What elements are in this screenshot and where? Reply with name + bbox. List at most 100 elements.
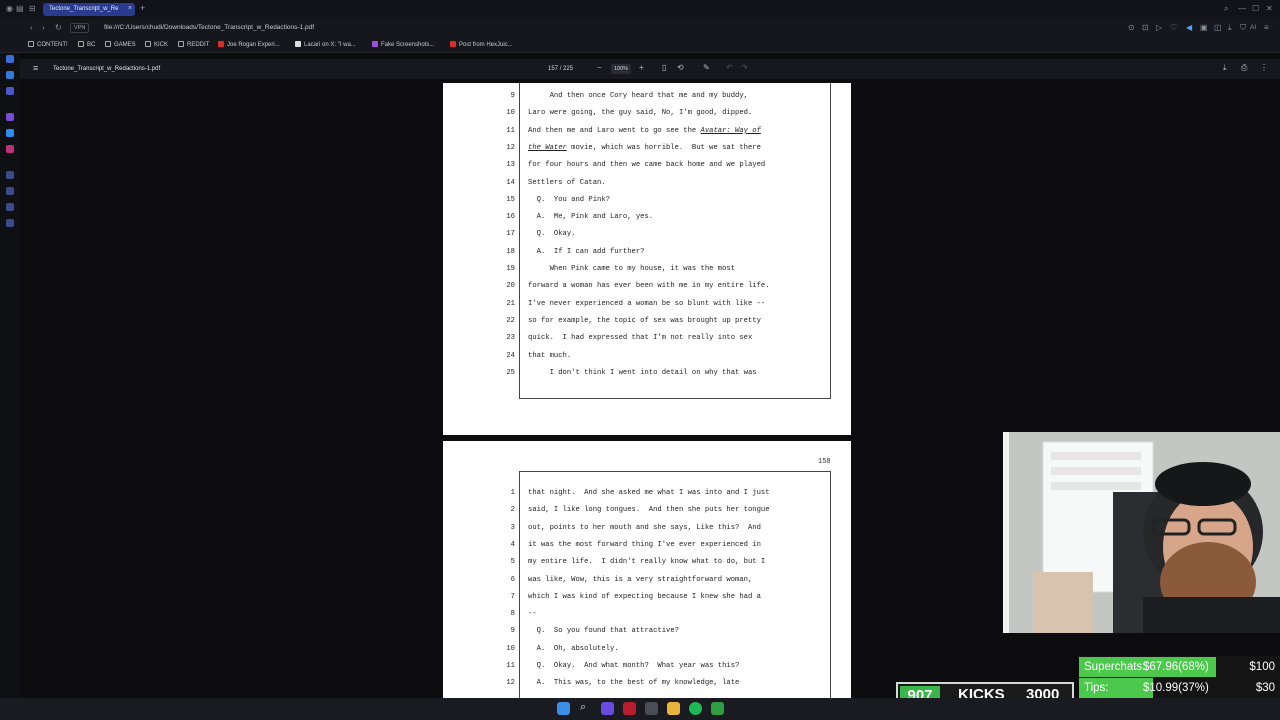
tab-active[interactable]: Tectone_Transcript_w_Re × <box>43 3 135 16</box>
bookmark-joe-rogan[interactable]: Joe Rogan Experi... <box>218 41 280 48</box>
line-number: 21 <box>506 299 515 308</box>
extension-icon[interactable]: ⊙ <box>1128 23 1135 32</box>
sidebar-app-icon[interactable] <box>6 55 14 63</box>
transcript-line: Q. So you found that attractive? <box>528 627 679 635</box>
more-options-icon[interactable]: ⋮ <box>1260 63 1268 72</box>
bookmark-folder-reddit[interactable]: REDDIT <box>178 41 209 48</box>
line-number: 23 <box>506 334 515 343</box>
line-text: was like, Wow, this is a very straightfo… <box>528 575 753 584</box>
transcript-line: Laro were going, the guy said, No, I'm g… <box>528 109 752 117</box>
line-text: for four hours and then we came back hom… <box>528 161 766 170</box>
bookmark-folder-kick[interactable]: KICK <box>145 41 168 48</box>
back-icon[interactable]: ‹ <box>30 23 33 32</box>
close-tab-icon[interactable]: × <box>128 5 132 12</box>
undo-icon[interactable]: ↶ <box>726 63 733 72</box>
play-icon[interactable]: ▷ <box>1156 23 1162 32</box>
instagram-icon[interactable] <box>6 145 14 153</box>
snapshot-icon[interactable]: ◫ <box>1214 23 1222 32</box>
bookmark-folder-bc[interactable]: BC <box>78 41 95 48</box>
goal-goal: $30 <box>1255 682 1275 694</box>
url-field[interactable]: file:///C:/Users/chudi/Downloads/Tectone… <box>104 24 314 31</box>
download-icon[interactable]: ⤓ <box>1223 63 1227 73</box>
discord-icon[interactable] <box>601 702 614 715</box>
menu-icon[interactable]: ≡ <box>1264 23 1269 32</box>
transcript-line: -- <box>528 610 537 618</box>
search-icon[interactable]: ⌕ <box>1224 4 1228 14</box>
sidebar-app-icon[interactable] <box>6 71 14 79</box>
close-window-icon[interactable]: ✕ <box>1266 4 1273 13</box>
shield-icon[interactable]: ⛉ <box>1240 23 1246 33</box>
line-text: Q. Okay. And what month? What year was t… <box>528 662 740 670</box>
tab-list-icon[interactable]: ⊟ <box>29 4 36 13</box>
rotate-icon[interactable]: ⟲ <box>677 63 684 72</box>
line-text: A. If I can add further? <box>528 247 645 256</box>
search-icon[interactable]: ⌕ <box>580 701 586 714</box>
bookmark-label: Lacari on X: "I wa... <box>304 42 356 48</box>
youtube-icon <box>218 41 224 47</box>
sidebar-app-icon[interactable] <box>6 187 14 195</box>
bookmark-hexjuice[interactable]: Post from HexJuic... <box>450 41 513 48</box>
transcript-line: my entire life. I didn't really know wha… <box>528 558 765 566</box>
sidebar-app-icon[interactable] <box>6 87 14 95</box>
title-emphasis: the Water <box>528 143 567 152</box>
twitch-icon[interactable] <box>6 113 14 121</box>
xbox-icon[interactable] <box>711 702 724 715</box>
camera-icon[interactable]: ▣ <box>1200 23 1208 32</box>
line-number: 8 <box>510 610 515 619</box>
ai-button[interactable]: AI <box>1250 24 1256 31</box>
opera-icon[interactable] <box>623 702 636 715</box>
annotate-icon[interactable]: ✎ <box>703 63 710 72</box>
bookmark-folder-games[interactable]: GAMES <box>105 41 136 48</box>
transcript-line: And then once Cory heard that me and my … <box>528 92 748 100</box>
reload-icon[interactable]: ↻ <box>55 23 62 32</box>
transcript-line: Q. You and Pink? <box>528 196 610 204</box>
bookmark-lacari[interactable]: Lacari on X: "I wa... <box>295 41 356 48</box>
line-text: it was the most forward thing I've ever … <box>528 540 761 549</box>
page-current-input[interactable]: 157 <box>548 66 558 72</box>
fit-page-icon[interactable]: ▯ <box>662 63 666 72</box>
vpn-badge[interactable]: VPN <box>70 23 90 33</box>
zoom-level[interactable]: 100% <box>611 64 632 74</box>
transcript-line: Settlers of Catan. <box>528 179 606 187</box>
bookmark-icon[interactable]: ⊡ <box>1142 23 1149 32</box>
line-text: A. Oh, absolutely. <box>528 644 619 653</box>
start-icon[interactable] <box>557 702 570 715</box>
transcript-line: it was the most forward thing I've ever … <box>528 541 761 549</box>
page-separator: / <box>559 66 562 72</box>
hamburger-menu-icon[interactable]: ≡ <box>33 63 38 73</box>
bookmark-folder-content[interactable]: CONTENT! <box>28 41 68 48</box>
browser-logo-icon[interactable]: ◉ <box>6 4 13 13</box>
transcript-line: was like, Wow, this is a very straightfo… <box>528 576 752 584</box>
download-icon[interactable]: ⤓ <box>1228 23 1232 33</box>
settings-icon[interactable] <box>6 219 14 227</box>
line-number: 7 <box>510 592 515 601</box>
zoom-out-icon[interactable]: − <box>597 63 602 72</box>
folder-icon <box>105 41 111 47</box>
browser-icon[interactable] <box>645 702 658 715</box>
zoom-in-icon[interactable]: + <box>639 63 644 72</box>
redo-icon[interactable]: ↷ <box>741 63 748 72</box>
minimize-icon[interactable]: — <box>1238 4 1246 13</box>
file-explorer-icon[interactable] <box>667 702 680 715</box>
new-tab-icon[interactable]: + <box>140 3 145 13</box>
forward-icon[interactable]: › <box>42 23 45 32</box>
bookmark-label: GAMES <box>114 42 136 48</box>
line-number: 1 <box>510 489 515 497</box>
line-number: 10 <box>506 644 515 653</box>
goal-value: $67.96(68%) <box>1143 661 1209 673</box>
messenger-icon[interactable] <box>6 129 14 137</box>
audio-icon[interactable]: ◀ <box>1186 23 1192 32</box>
print-icon[interactable]: ⎙ <box>1241 63 1247 73</box>
transcript-line: the Water movie, which was horrible. But… <box>528 144 761 152</box>
sidebar-app-icon[interactable] <box>6 171 14 179</box>
transcript-line: that much. <box>528 352 571 360</box>
transcript-line: which I was kind of expecting because I … <box>528 593 761 601</box>
bookmark-fake-screenshots[interactable]: Fake Screenshots... <box>372 41 434 48</box>
page-indicator: 157 / 225 <box>548 66 573 72</box>
tab-menu-icon[interactable]: ▤ <box>16 4 24 13</box>
sidebar-app-icon[interactable] <box>6 203 14 211</box>
spotify-icon[interactable] <box>689 702 702 715</box>
heart-icon[interactable]: ♡ <box>1170 23 1177 32</box>
maximize-icon[interactable]: ☐ <box>1252 4 1259 13</box>
folder-icon <box>145 41 151 47</box>
